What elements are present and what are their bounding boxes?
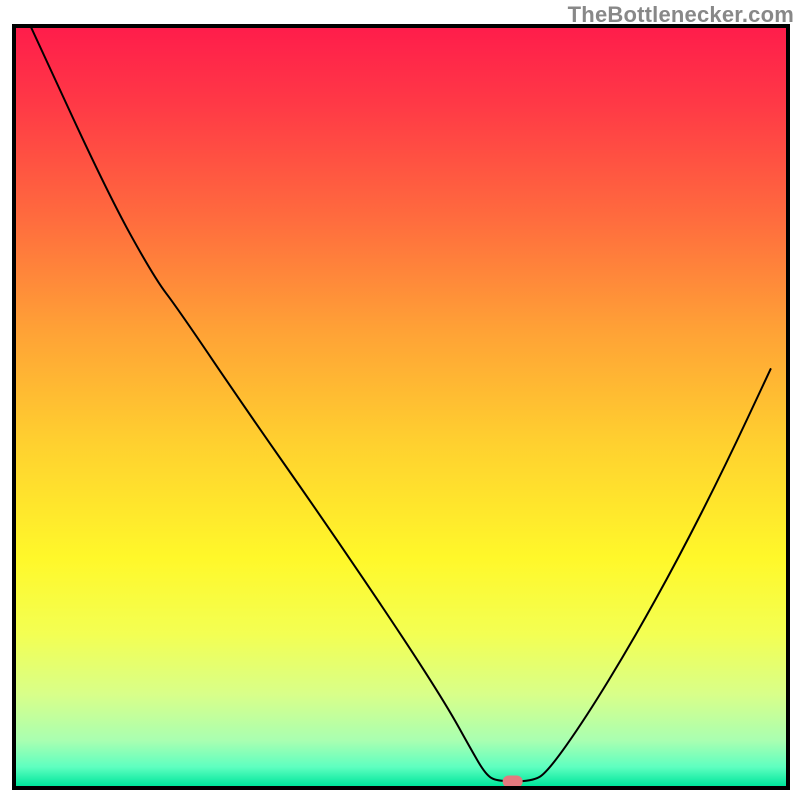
chart-svg xyxy=(0,0,800,800)
marker-optimal-point xyxy=(503,775,523,787)
watermark-text: TheBottlenecker.com xyxy=(568,2,794,28)
gradient-background xyxy=(16,28,786,786)
bottleneck-chart: TheBottlenecker.com xyxy=(0,0,800,800)
